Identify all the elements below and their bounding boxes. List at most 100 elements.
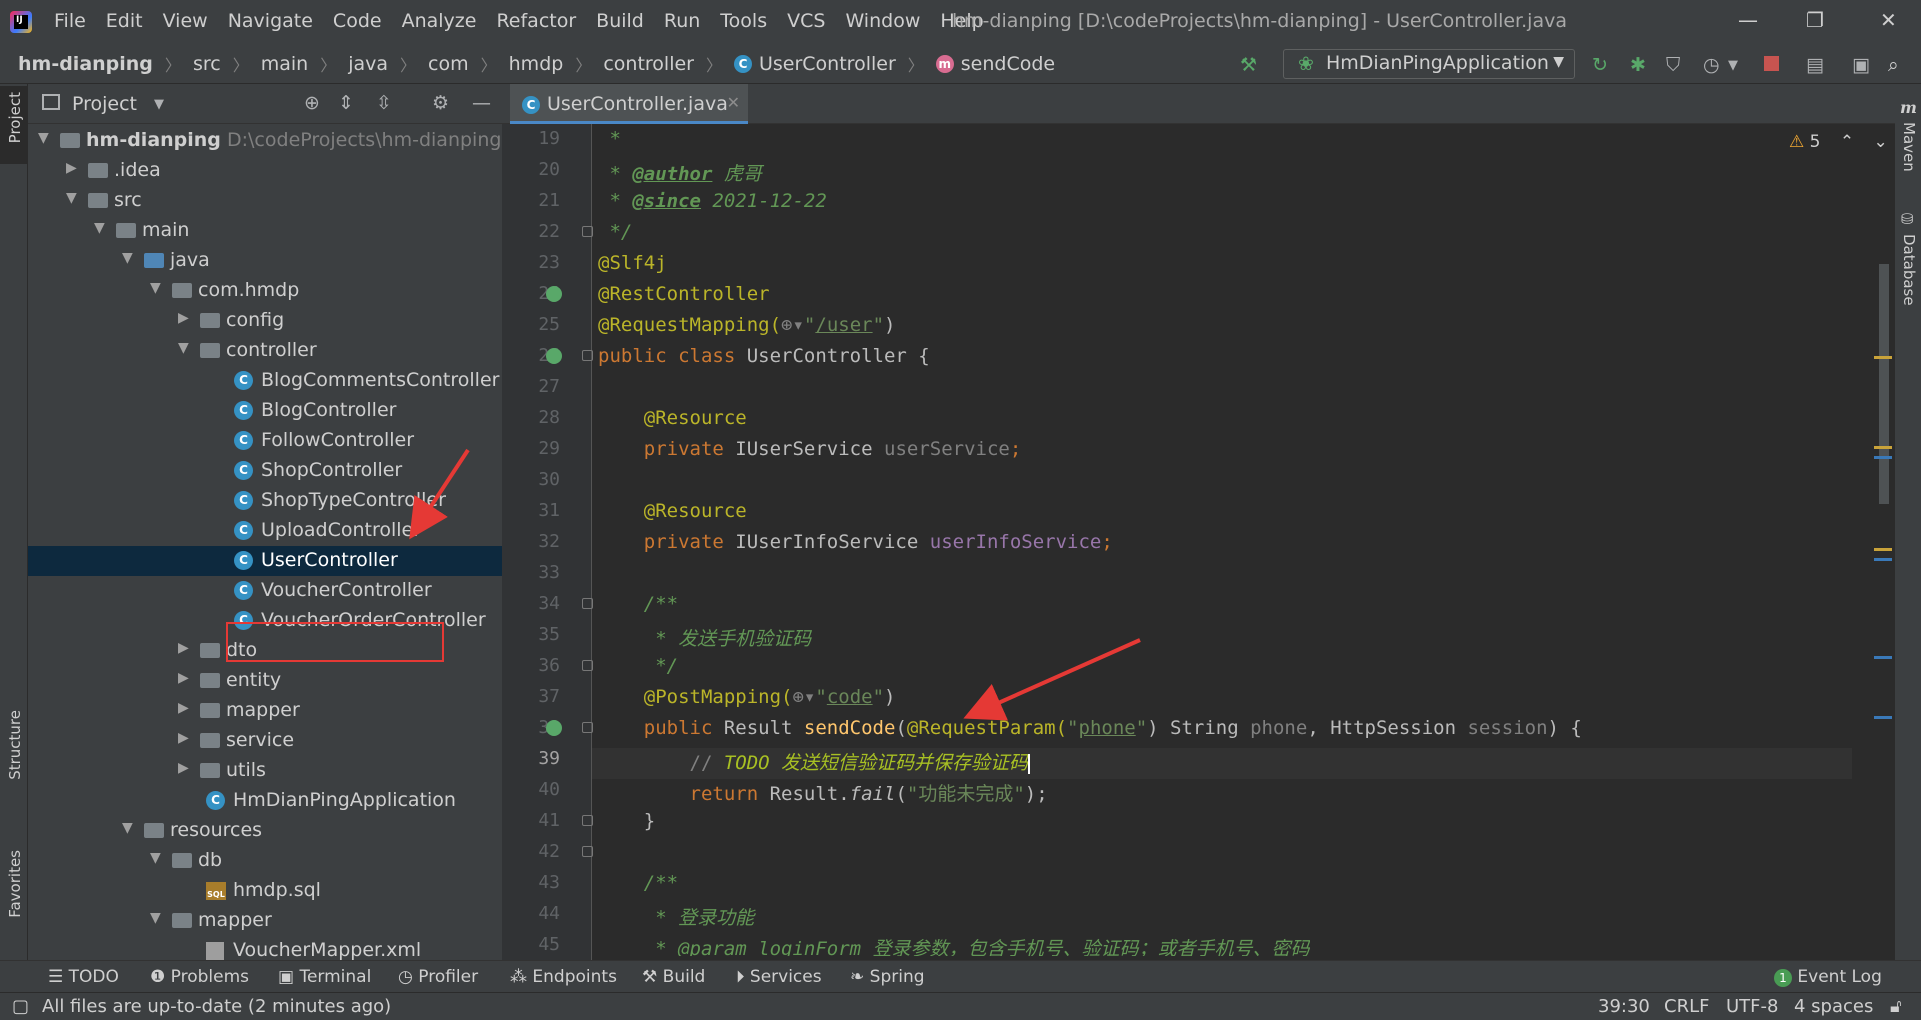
crumb-sendcode[interactable]: sendCode [961,53,1055,75]
menu-edit[interactable]: Edit [106,10,143,32]
fold-icon[interactable] [582,660,593,671]
menu-file[interactable]: File [54,10,86,32]
tree-item-config[interactable]: ▶ config [28,306,502,336]
problems-tool-tab[interactable]: ❶ Problems [150,967,249,987]
hide-panel-icon[interactable]: — [472,92,491,114]
debug-bug-icon[interactable]: ✱ [1630,54,1646,76]
tab-usercontroller[interactable]: C UserController.java ✕ [510,84,748,124]
run-configuration-select[interactable]: ❀ HmDianPingApplication ▼ [1283,49,1575,79]
search-icon[interactable]: ⌕ [1888,54,1899,76]
lock-icon[interactable]: 🔓︎ [1890,996,1902,1017]
todo-tool-tab[interactable]: ☰ TODO [48,967,119,987]
maven-tool-tab[interactable]: Maven [1900,122,1918,172]
line-separator[interactable]: CRLF [1664,996,1709,1017]
crumb-main[interactable]: main [261,53,308,75]
terminal-tool-tab[interactable]: ▣ Terminal [278,967,371,987]
tree-item-shopcontroller[interactable]: C ShopController [28,456,502,486]
crumb-hmdp[interactable]: hmdp [509,53,564,75]
info-marker[interactable] [1874,716,1892,719]
endpoint-gutter-icon[interactable] [546,720,562,736]
tree-item-com-hmdp[interactable]: ▼ com.hmdp [28,276,502,306]
menu-view[interactable]: View [163,10,208,32]
indent-setting[interactable]: 4 spaces [1794,996,1873,1017]
editor-scrollbar[interactable] [1879,264,1889,504]
menu-build[interactable]: Build [596,10,644,32]
crumb-usercontroller[interactable]: UserController [759,53,896,75]
chevron-down-icon[interactable]: ▼ [154,97,164,112]
collapse-all-icon[interactable]: ⇳ [376,92,392,114]
tree-item-followcontroller[interactable]: C FollowController [28,426,502,456]
bean-gutter-icon[interactable] [546,286,562,302]
tree-item-vouchercontroller[interactable]: C VoucherController [28,576,502,606]
tree-item-blogcommentscontroller[interactable]: C BlogCommentsController [28,366,502,396]
tree-item-shoptypecontroller[interactable]: C ShopTypeController [28,486,502,516]
tree-item-src[interactable]: ▼ src [28,186,502,216]
tree-item-db[interactable]: ▼ db [28,846,502,876]
fold-icon[interactable] [582,722,593,733]
info-marker[interactable] [1874,656,1892,659]
fold-icon[interactable] [582,350,593,361]
more-run-chevron-icon[interactable]: ▼ [1728,58,1738,73]
tree-item-utils[interactable]: ▶ utils [28,756,502,786]
tree-item-idea[interactable]: ▶ .idea [28,156,502,186]
coverage-icon[interactable]: ⛉ [1666,54,1680,76]
fold-icon[interactable] [582,598,593,609]
tree-item-usercontroller[interactable]: C UserController [28,546,502,576]
profiler-icon[interactable]: ◷ [1703,54,1720,76]
tree-item-service[interactable]: ▶ service [28,726,502,756]
run-anything-icon[interactable]: ▣ [1852,54,1870,76]
crumb-src[interactable]: src [193,53,221,75]
tree-item-vouchermapper-xml[interactable]: VoucherMapper.xml [28,936,502,960]
tree-item-hmdianpingapplication[interactable]: C HmDianPingApplication [28,786,502,816]
chevron-up-icon[interactable]: ⌃ [1840,132,1854,152]
stop-icon[interactable] [1764,56,1779,71]
gear-icon[interactable]: ⚙ [432,92,449,114]
bean-gutter-icon[interactable] [546,348,562,364]
menu-navigate[interactable]: Navigate [228,10,313,32]
spring-tool-tab[interactable]: ❧ Spring [850,967,925,987]
menu-tools[interactable]: Tools [720,10,767,32]
crumb-java[interactable]: java [348,53,388,75]
tree-item-controller[interactable]: ▼ controller [28,336,502,366]
menu-refactor[interactable]: Refactor [496,10,576,32]
tree-item-blogcontroller[interactable]: C BlogController [28,396,502,426]
warning-marker[interactable] [1874,548,1892,551]
inspection-widget[interactable]: ⚠ 5 ⌃ ⌄ [1789,132,1888,152]
project-tool-tab[interactable]: Project [0,86,28,164]
menu-vcs[interactable]: VCS [787,10,825,32]
info-marker[interactable] [1874,558,1892,561]
project-panel-title[interactable]: Project [72,93,137,115]
status-message[interactable]: All files are up-to-date (2 minutes ago) [42,996,391,1017]
build-tool-tab[interactable]: ⚒ Build [642,967,705,987]
caret-position[interactable]: 39:30 [1598,996,1650,1017]
tree-item-uploadcontroller[interactable]: C UploadController [28,516,502,546]
minimize-icon[interactable]: — [1738,8,1758,32]
tree-item-mapper[interactable]: ▶ mapper [28,696,502,726]
database-tool-tab[interactable]: Database [1900,234,1918,306]
favorites-tool-tab[interactable]: Favorites [6,850,24,918]
profiler-tool-tab[interactable]: ◷ Profiler [398,967,478,987]
event-log-tool-tab[interactable]: 1 Event Log [1774,967,1882,987]
tree-item-mapper-res[interactable]: ▼ mapper [28,906,502,936]
layout-icon[interactable]: ▢ [12,996,29,1017]
fold-icon[interactable] [582,226,593,237]
crumb-project[interactable]: hm-dianping [18,53,153,75]
tree-root[interactable]: ▼ hm-dianping D:\codeProjects\hm-dianpin… [28,126,502,156]
warning-marker[interactable] [1874,356,1892,359]
crumb-controller[interactable]: controller [603,53,694,75]
structure-tool-tab[interactable]: Structure [6,710,24,780]
project-structure-icon[interactable]: ▤ [1806,54,1824,76]
fold-icon[interactable] [582,846,593,857]
tree-item-main[interactable]: ▼ main [28,216,502,246]
build-hammer-icon[interactable]: ⚒ [1240,54,1257,76]
crumb-com[interactable]: com [428,53,469,75]
menu-window[interactable]: Window [845,10,920,32]
tree-item-hmdp-sql[interactable]: SQL hmdp.sql [28,876,502,906]
info-marker[interactable] [1874,456,1892,459]
restore-icon[interactable]: ❐ [1806,8,1824,32]
tree-item-entity[interactable]: ▶ entity [28,666,502,696]
rerun-icon[interactable]: ↻ [1592,54,1608,76]
fold-icon[interactable] [582,815,593,826]
tree-item-resources[interactable]: ▼ resources [28,816,502,846]
menu-run[interactable]: Run [664,10,700,32]
